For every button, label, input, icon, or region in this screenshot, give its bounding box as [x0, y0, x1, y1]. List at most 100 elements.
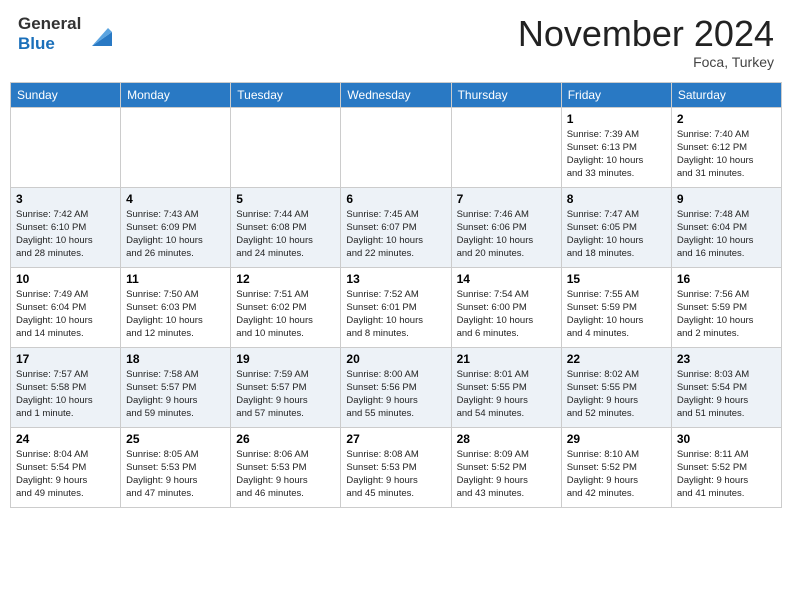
day-number: 1	[567, 112, 666, 126]
day-info: Sunrise: 7:39 AM Sunset: 6:13 PM Dayligh…	[567, 128, 666, 181]
week-row-3: 10 Sunrise: 7:49 AM Sunset: 6:04 PM Dayli…	[11, 267, 782, 347]
weekday-header-row: SundayMondayTuesdayWednesdayThursdayFrid…	[11, 82, 782, 107]
day-number: 6	[346, 192, 445, 206]
day-number: 27	[346, 432, 445, 446]
calendar-cell	[231, 107, 341, 187]
title-block: November 2024 Foca, Turkey	[518, 14, 774, 70]
day-number: 20	[346, 352, 445, 366]
logo: General Blue	[18, 14, 116, 53]
location: Foca, Turkey	[518, 54, 774, 70]
weekday-header-sunday: Sunday	[11, 82, 121, 107]
day-number: 30	[677, 432, 776, 446]
calendar-cell: 15 Sunrise: 7:55 AM Sunset: 5:59 PM Dayli…	[561, 267, 671, 347]
weekday-header-friday: Friday	[561, 82, 671, 107]
day-info: Sunrise: 8:04 AM Sunset: 5:54 PM Dayligh…	[16, 448, 115, 501]
day-info: Sunrise: 8:05 AM Sunset: 5:53 PM Dayligh…	[126, 448, 225, 501]
calendar-cell	[341, 107, 451, 187]
calendar-cell: 21 Sunrise: 8:01 AM Sunset: 5:55 PM Dayli…	[451, 347, 561, 427]
day-info: Sunrise: 7:55 AM Sunset: 5:59 PM Dayligh…	[567, 288, 666, 341]
day-number: 16	[677, 272, 776, 286]
day-info: Sunrise: 7:48 AM Sunset: 6:04 PM Dayligh…	[677, 208, 776, 261]
day-info: Sunrise: 7:49 AM Sunset: 6:04 PM Dayligh…	[16, 288, 115, 341]
day-info: Sunrise: 7:40 AM Sunset: 6:12 PM Dayligh…	[677, 128, 776, 181]
week-row-4: 17 Sunrise: 7:57 AM Sunset: 5:58 PM Dayli…	[11, 347, 782, 427]
day-number: 9	[677, 192, 776, 206]
calendar-cell: 7Sunrise: 7:46 AM Sunset: 6:06 PM Daylig…	[451, 187, 561, 267]
day-info: Sunrise: 8:09 AM Sunset: 5:52 PM Dayligh…	[457, 448, 556, 501]
calendar-cell	[11, 107, 121, 187]
calendar-cell	[451, 107, 561, 187]
day-info: Sunrise: 7:54 AM Sunset: 6:00 PM Dayligh…	[457, 288, 556, 341]
day-number: 18	[126, 352, 225, 366]
calendar-cell: 3 Sunrise: 7:42 AM Sunset: 6:10 PM Daylig…	[11, 187, 121, 267]
month-year: November 2024	[518, 14, 774, 54]
weekday-header-saturday: Saturday	[671, 82, 781, 107]
day-number: 23	[677, 352, 776, 366]
day-info: Sunrise: 7:43 AM Sunset: 6:09 PM Dayligh…	[126, 208, 225, 261]
day-info: Sunrise: 7:52 AM Sunset: 6:01 PM Dayligh…	[346, 288, 445, 341]
day-number: 26	[236, 432, 335, 446]
calendar-cell: 2Sunrise: 7:40 AM Sunset: 6:12 PM Daylig…	[671, 107, 781, 187]
calendar-cell: 5Sunrise: 7:44 AM Sunset: 6:08 PM Daylig…	[231, 187, 341, 267]
day-info: Sunrise: 7:59 AM Sunset: 5:57 PM Dayligh…	[236, 368, 335, 421]
day-info: Sunrise: 7:45 AM Sunset: 6:07 PM Dayligh…	[346, 208, 445, 261]
week-row-5: 24 Sunrise: 8:04 AM Sunset: 5:54 PM Dayli…	[11, 427, 782, 507]
calendar-cell: 26 Sunrise: 8:06 AM Sunset: 5:53 PM Dayli…	[231, 427, 341, 507]
day-info: Sunrise: 7:46 AM Sunset: 6:06 PM Dayligh…	[457, 208, 556, 261]
week-row-1: 1 Sunrise: 7:39 AM Sunset: 6:13 PM Daylig…	[11, 107, 782, 187]
calendar-cell: 27 Sunrise: 8:08 AM Sunset: 5:53 PM Dayli…	[341, 427, 451, 507]
calendar-cell: 9 Sunrise: 7:48 AM Sunset: 6:04 PM Daylig…	[671, 187, 781, 267]
day-info: Sunrise: 7:50 AM Sunset: 6:03 PM Dayligh…	[126, 288, 225, 341]
logo-general: General	[18, 14, 81, 34]
day-number: 15	[567, 272, 666, 286]
calendar-cell: 29Sunrise: 8:10 AM Sunset: 5:52 PM Dayli…	[561, 427, 671, 507]
day-info: Sunrise: 8:06 AM Sunset: 5:53 PM Dayligh…	[236, 448, 335, 501]
calendar-cell: 24 Sunrise: 8:04 AM Sunset: 5:54 PM Dayli…	[11, 427, 121, 507]
calendar-cell: 12 Sunrise: 7:51 AM Sunset: 6:02 PM Dayli…	[231, 267, 341, 347]
day-info: Sunrise: 7:44 AM Sunset: 6:08 PM Dayligh…	[236, 208, 335, 261]
calendar-cell: 11 Sunrise: 7:50 AM Sunset: 6:03 PM Dayli…	[121, 267, 231, 347]
day-info: Sunrise: 7:42 AM Sunset: 6:10 PM Dayligh…	[16, 208, 115, 261]
day-info: Sunrise: 7:57 AM Sunset: 5:58 PM Dayligh…	[16, 368, 115, 421]
calendar-cell: 28Sunrise: 8:09 AM Sunset: 5:52 PM Dayli…	[451, 427, 561, 507]
day-number: 29	[567, 432, 666, 446]
calendar-cell: 16 Sunrise: 7:56 AM Sunset: 5:59 PM Dayli…	[671, 267, 781, 347]
calendar-cell: 6 Sunrise: 7:45 AM Sunset: 6:07 PM Daylig…	[341, 187, 451, 267]
day-info: Sunrise: 8:01 AM Sunset: 5:55 PM Dayligh…	[457, 368, 556, 421]
calendar-cell: 18Sunrise: 7:58 AM Sunset: 5:57 PM Dayli…	[121, 347, 231, 427]
calendar-cell: 30 Sunrise: 8:11 AM Sunset: 5:52 PM Dayli…	[671, 427, 781, 507]
page-header: General Blue November 2024 Foca, Turkey	[10, 10, 782, 74]
weekday-header-wednesday: Wednesday	[341, 82, 451, 107]
weekday-header-monday: Monday	[121, 82, 231, 107]
calendar-cell: 17 Sunrise: 7:57 AM Sunset: 5:58 PM Dayli…	[11, 347, 121, 427]
day-info: Sunrise: 7:47 AM Sunset: 6:05 PM Dayligh…	[567, 208, 666, 261]
calendar-cell	[121, 107, 231, 187]
day-info: Sunrise: 7:56 AM Sunset: 5:59 PM Dayligh…	[677, 288, 776, 341]
day-number: 14	[457, 272, 556, 286]
day-number: 11	[126, 272, 225, 286]
day-number: 3	[16, 192, 115, 206]
calendar-cell: 23 Sunrise: 8:03 AM Sunset: 5:54 PM Dayli…	[671, 347, 781, 427]
logo-icon	[84, 18, 116, 50]
day-number: 4	[126, 192, 225, 206]
calendar-cell: 22Sunrise: 8:02 AM Sunset: 5:55 PM Dayli…	[561, 347, 671, 427]
day-number: 22	[567, 352, 666, 366]
day-info: Sunrise: 8:03 AM Sunset: 5:54 PM Dayligh…	[677, 368, 776, 421]
day-info: Sunrise: 8:08 AM Sunset: 5:53 PM Dayligh…	[346, 448, 445, 501]
day-number: 12	[236, 272, 335, 286]
day-number: 19	[236, 352, 335, 366]
day-number: 10	[16, 272, 115, 286]
day-info: Sunrise: 8:11 AM Sunset: 5:52 PM Dayligh…	[677, 448, 776, 501]
day-number: 17	[16, 352, 115, 366]
calendar-cell: 19 Sunrise: 7:59 AM Sunset: 5:57 PM Dayli…	[231, 347, 341, 427]
day-info: Sunrise: 7:51 AM Sunset: 6:02 PM Dayligh…	[236, 288, 335, 341]
day-number: 25	[126, 432, 225, 446]
calendar-cell: 10 Sunrise: 7:49 AM Sunset: 6:04 PM Dayli…	[11, 267, 121, 347]
day-number: 24	[16, 432, 115, 446]
day-info: Sunrise: 8:00 AM Sunset: 5:56 PM Dayligh…	[346, 368, 445, 421]
logo-blue: Blue	[18, 34, 81, 54]
day-number: 21	[457, 352, 556, 366]
calendar-cell: 14 Sunrise: 7:54 AM Sunset: 6:00 PM Dayli…	[451, 267, 561, 347]
calendar-cell: 20 Sunrise: 8:00 AM Sunset: 5:56 PM Dayli…	[341, 347, 451, 427]
calendar-cell: 25 Sunrise: 8:05 AM Sunset: 5:53 PM Dayli…	[121, 427, 231, 507]
